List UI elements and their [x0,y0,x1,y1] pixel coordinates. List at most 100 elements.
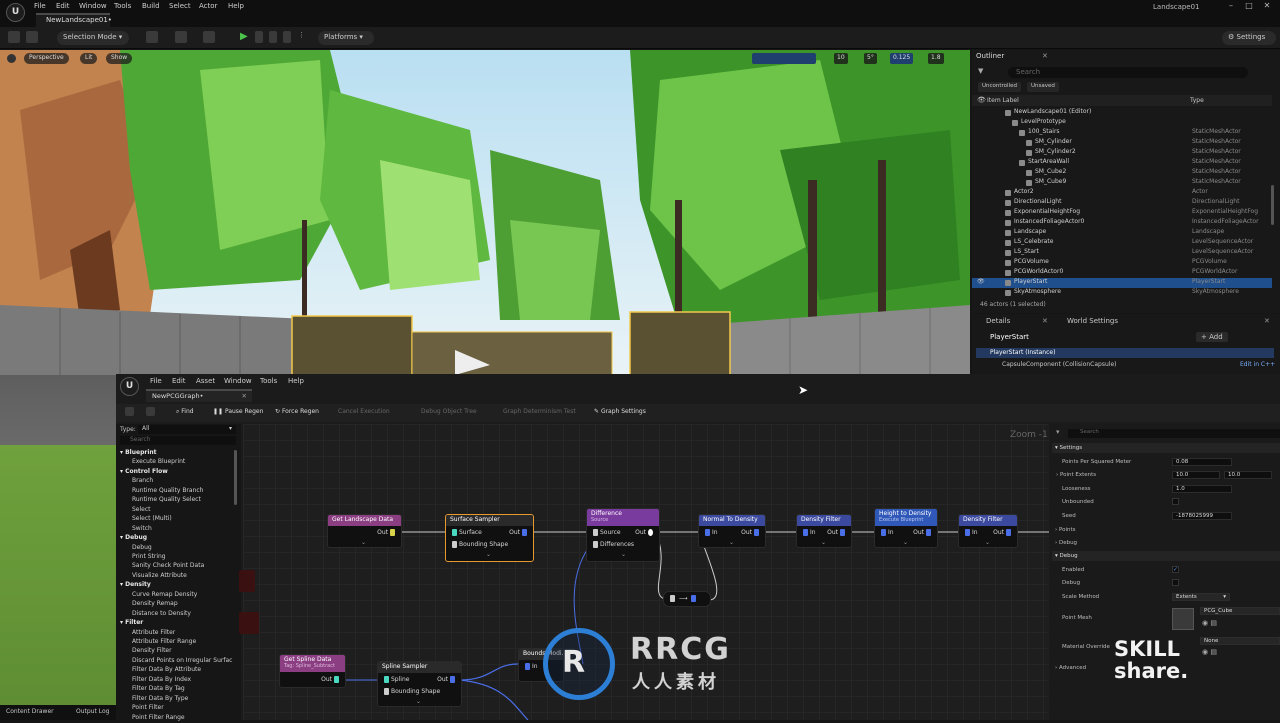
level-tab[interactable]: NewLandscape01• [36,13,112,27]
cancel-execution-button[interactable]: Cancel Execution [338,408,390,415]
pcg-tab-close-icon[interactable]: ✕ [242,392,247,400]
outliner-row[interactable]: SM_Cube9 StaticMeshActor [972,178,1272,188]
outliner-close-icon[interactable]: ✕ [1042,52,1048,60]
out-pin[interactable]: Out [993,529,1013,536]
pcg-menu-help[interactable]: Help [288,377,304,385]
out-pin[interactable]: Out [377,529,397,536]
outliner-row[interactable]: LS_Celebrate LevelSequenceActor [972,238,1272,248]
viewport-menu-icon[interactable] [7,54,16,63]
palette-item[interactable]: Filter Data By Tag [132,685,185,694]
seed-input[interactable]: -1878025999 [1172,512,1232,520]
palette-item[interactable]: Print String [132,553,166,562]
menu-select[interactable]: Select [169,2,191,10]
capsule-component[interactable]: CapsuleComponent (CollisionCapsule) [1002,361,1116,368]
spline-pin[interactable]: Spline [382,676,409,683]
in-pin[interactable]: In [523,663,538,670]
col-type[interactable]: Type [1190,97,1204,104]
output-log-button[interactable]: Output Log [76,708,109,715]
world-settings-close-icon[interactable]: ✕ [1264,317,1270,325]
outliner-row[interactable]: SM_Cylinder2 StaticMeshActor [972,148,1272,158]
palette-item[interactable]: Filter Data By Index [132,676,191,685]
platforms-dropdown[interactable]: Platforms ▾ [318,31,374,45]
expand-icon[interactable]: ⌄ [621,551,626,558]
outliner-row[interactable]: DirectionalLight DirectionalLight [972,198,1272,208]
debug-checkbox[interactable] [1172,579,1179,586]
out-pin[interactable]: Out [827,529,847,536]
lit-button[interactable]: Lit [80,53,98,64]
palette-search-input[interactable]: Search [120,436,236,445]
step-icon[interactable] [255,31,263,43]
pcg-unreal-logo-icon[interactable]: U [120,377,139,396]
maximize-icon[interactable]: □ [1242,1,1256,13]
advanced-section[interactable]: › Advanced [1055,665,1086,671]
menu-edit[interactable]: Edit [56,2,70,10]
outliner-row[interactable]: SM_Cylinder StaticMeshActor [972,138,1272,148]
add-component-button[interactable]: + Add [1196,332,1228,342]
offscreen-node-a[interactable] [239,570,255,592]
unreal-logo-icon[interactable]: U [6,3,25,22]
in-pin[interactable]: In [879,529,894,536]
minimize-icon[interactable]: – [1224,1,1238,13]
play-icon[interactable]: ▶ [240,31,248,42]
points-per-sq-meter-input[interactable]: 0.08 [1172,458,1232,466]
density-filter-node[interactable]: Density Filter In Out ⌄ [796,514,852,548]
grid-snap[interactable]: 10 [834,53,848,64]
outliner-row[interactable]: Actor2 Actor [972,188,1272,198]
details-close-icon[interactable]: ✕ [1042,317,1048,325]
outliner-row[interactable]: LevelPrototype [972,118,1272,128]
outliner-row[interactable]: SkyAtmosphere SkyAtmosphere [972,288,1272,298]
outliner-row[interactable]: PlayerStart PlayerStart 👁 [972,278,1272,288]
visibility-icon[interactable]: 👁 [977,96,986,104]
outliner-row[interactable]: ExponentialHeightFog ExponentialHeightFog [972,208,1272,218]
palette-item[interactable]: Density Filter [132,647,172,656]
out-pin[interactable]: Out [437,676,457,683]
cinematics-icon[interactable] [203,31,215,43]
menu-file[interactable]: File [34,2,46,10]
spline-sampler-node[interactable]: Spline Sampler Spline Out Bounding Shape… [377,661,462,707]
palette-item[interactable]: Attribute Filter Range [132,638,196,647]
palette-category[interactable]: ▾ Density [120,581,151,590]
add-actor-icon[interactable] [146,31,158,43]
bounding-shape-pin[interactable]: Bounding Shape [382,688,440,695]
mesh-thumbnail[interactable] [1172,608,1194,630]
graph-settings-button[interactable]: ✎ Graph Settings [594,408,646,415]
out-pin[interactable]: Out [321,676,341,683]
close-icon[interactable]: ✕ [1260,1,1274,13]
camera-speed[interactable]: 1.8 [928,53,944,64]
palette-item[interactable]: Sanity Check Point Data [132,562,204,571]
expand-icon[interactable]: ⌄ [486,551,491,558]
pcg-menu-file[interactable]: File [150,377,162,385]
selection-mode-dropdown[interactable]: Selection Mode ▾ [57,31,129,45]
density-filter-node-2[interactable]: Density Filter In Out ⌄ [958,514,1018,548]
menu-tools[interactable]: Tools [114,2,131,10]
surface-pin[interactable]: Surface [450,529,482,536]
expand-icon[interactable]: ⌄ [821,539,826,546]
find-button[interactable]: ⌕ Find [176,408,194,416]
outliner-tab[interactable]: Outliner [976,52,1004,60]
pause-regen-button[interactable]: ❚❚ Pause Regen [213,408,263,415]
out-pin[interactable]: Out [635,529,655,536]
expand-icon[interactable]: ⌄ [361,539,366,546]
outliner-row[interactable]: NewLandscape01 (Editor) [972,108,1272,118]
palette-item[interactable]: Filter Data By Type [132,695,188,704]
in-pin[interactable]: In [801,529,816,536]
force-regen-button[interactable]: ↻ Force Regen [275,408,319,415]
palette-item[interactable]: Discard Points on Irregular Surfac [132,657,232,666]
palette-category[interactable]: ▾ Control Flow [120,468,168,477]
menu-build[interactable]: Build [142,2,160,10]
expand-icon[interactable]: ⌄ [903,539,908,546]
scale-snap[interactable]: 0.125 [890,53,914,64]
enabled-checkbox[interactable]: ✓ [1172,566,1179,573]
out-pin[interactable]: Out [913,529,933,536]
palette-category[interactable]: ▾ Filter [120,619,143,628]
palette-item[interactable]: Runtime Quality Select [132,496,201,505]
pcg-menu-window[interactable]: Window [224,377,252,385]
pcg-browse-icon[interactable] [146,407,155,416]
show-button[interactable]: Show [106,53,133,64]
pcg-save-icon[interactable] [125,407,134,416]
outliner-scrollbar[interactable] [1271,185,1274,225]
in-pin[interactable]: In [963,529,978,536]
normal-to-density-node[interactable]: Normal To Density In Out ⌄ [698,514,766,548]
content-drawer-button[interactable]: Content Drawer [6,708,54,715]
get-spline-data-node[interactable]: Get Spline Data Tag: Spline_Subtract Out [279,654,346,688]
